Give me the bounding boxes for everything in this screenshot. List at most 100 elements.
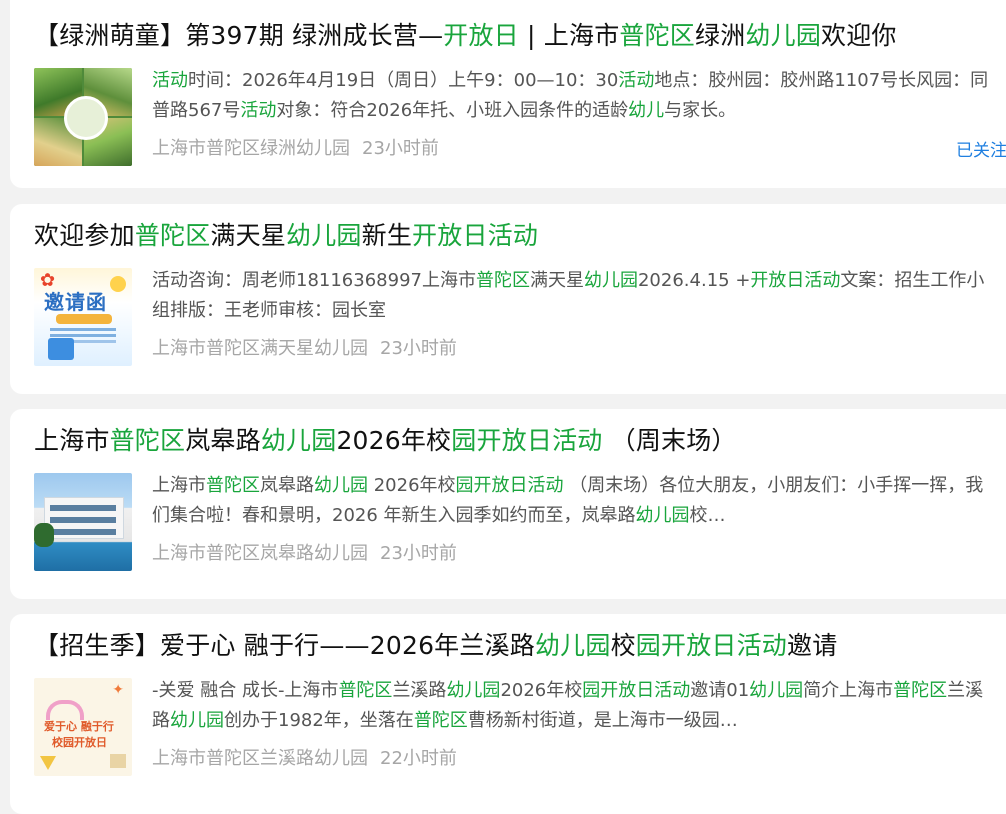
- highlighted-keyword: 普陀区: [475, 270, 530, 291]
- thumb-windows: [50, 505, 116, 511]
- result-source[interactable]: 上海市普陀区兰溪路幼儿园: [152, 748, 368, 769]
- result-title[interactable]: 【招生季】爱于心 融于行——2026年兰溪路幼儿园校园开放日活动邀请: [34, 628, 1006, 664]
- text-segment: 岚皋路: [185, 426, 261, 455]
- highlighted-keyword: 幼儿园: [745, 21, 822, 50]
- result-card[interactable]: 【招生季】爱于心 融于行——2026年兰溪路幼儿园校园开放日活动邀请 ✦ 爱于心…: [10, 614, 1006, 814]
- highlighted-keyword: 普陀区: [134, 221, 211, 250]
- text-segment: 与家长。: [664, 100, 737, 121]
- result-thumbnail[interactable]: ✦ 爱于心 融于行 校园开放日: [34, 678, 132, 776]
- text-segment: 【招生季】爱于心 融于行——2026年兰溪路: [34, 631, 535, 660]
- result-snippet: 上海市普陀区岚皋路幼儿园 2026年校园开放日活动 （周末场）各位大朋友，小朋友…: [152, 471, 997, 531]
- result-content: 活动时间：2026年4月19日（周日）上午9：00—10：30活动地点：胶州园：…: [152, 66, 1006, 162]
- highlighted-keyword: 普陀区: [893, 680, 948, 701]
- invitation-title-art: 邀请函: [44, 290, 107, 314]
- text-segment: 欢迎你: [821, 21, 897, 50]
- text-segment: 欢迎参加: [34, 221, 135, 250]
- highlighted-keyword: 普陀区: [413, 710, 468, 731]
- highlighted-keyword: 活动: [618, 70, 655, 91]
- result-time: 23小时前: [362, 138, 439, 159]
- highlighted-keyword: 普陀区: [109, 426, 186, 455]
- text-segment: | 上海市: [518, 21, 620, 50]
- result-snippet: 活动时间：2026年4月19日（周日）上午9：00—10：30活动地点：胶州园：…: [152, 66, 997, 126]
- result-thumbnail[interactable]: ✿ 邀请函: [34, 268, 132, 366]
- thumb-box: [110, 754, 126, 768]
- highlighted-keyword: 活动: [152, 70, 188, 91]
- text-segment: 简介上海市: [803, 680, 894, 701]
- result-title[interactable]: 上海市普陀区岚皋路幼儿园2026年校园开放日活动 （周末场）: [34, 423, 1006, 459]
- text-segment: 满天星: [210, 221, 287, 250]
- sparkle-icon: ✦: [112, 682, 124, 698]
- text-segment: -关爱 融合 成长-上海市: [152, 680, 339, 701]
- result-body-row: 上海市普陀区岚皋路幼儿园 2026年校园开放日活动 （周末场）各位大朋友，小朋友…: [34, 471, 1006, 571]
- thumb-subtitle: 校园开放日: [52, 736, 107, 749]
- thumb-building: [44, 497, 124, 539]
- result-body-row: ✦ 爱于心 融于行 校园开放日 -关爱 融合 成长-上海市普陀区兰溪路幼儿园20…: [34, 676, 1006, 776]
- highlighted-keyword: 幼儿园: [749, 680, 804, 701]
- result-time: 22小时前: [380, 748, 457, 769]
- text-segment: 时间：2026年4月19日（周日）上午9：00—10：30: [188, 70, 619, 91]
- highlighted-keyword: 园开放日活动: [455, 475, 564, 496]
- rainbow-icon: [46, 700, 84, 720]
- thumb-tree: [34, 523, 54, 547]
- highlighted-keyword: 幼儿园: [446, 680, 501, 701]
- highlighted-keyword: 幼儿园: [635, 505, 690, 526]
- result-title[interactable]: 欢迎参加普陀区满天星幼儿园新生开放日活动: [34, 218, 1006, 254]
- highlighted-keyword: 开放日: [443, 21, 519, 50]
- result-content: -关爱 融合 成长-上海市普陀区兰溪路幼儿园2026年校园开放日活动邀请01幼儿…: [152, 676, 997, 772]
- result-title[interactable]: 【绿洲萌童】第397期 绿洲成长营—开放日 | 上海市普陀区绿洲幼儿园欢迎你: [34, 18, 1006, 54]
- text-segment: 兰溪路: [392, 680, 447, 701]
- text-segment: 曹杨新村街道，是上海市一级园…: [467, 710, 738, 731]
- thumb-slogan: 爱于心 融于行: [44, 720, 114, 733]
- thumb-blue-box: [48, 338, 74, 360]
- result-thumbnail[interactable]: [34, 68, 132, 166]
- highlighted-keyword: 幼儿: [628, 100, 665, 121]
- result-time: 23小时前: [380, 338, 457, 359]
- text-segment: 绿洲: [695, 21, 746, 50]
- result-snippet: -关爱 融合 成长-上海市普陀区兰溪路幼儿园2026年校园开放日活动邀请01幼儿…: [152, 676, 997, 736]
- text-segment: 邀请: [787, 631, 838, 660]
- text-segment: 活动咨询：周老师18116368997上海市: [152, 270, 476, 291]
- follow-status-button[interactable]: 已关注: [956, 136, 1006, 161]
- highlighted-keyword: 幼儿园: [583, 270, 638, 291]
- highlighted-keyword: 幼儿园: [534, 631, 611, 660]
- thumb-text-lines: [50, 328, 116, 331]
- result-source[interactable]: 上海市普陀区绿洲幼儿园: [152, 138, 350, 159]
- highlighted-keyword: 园开放日活动: [582, 680, 691, 701]
- text-segment: 满天星: [529, 270, 584, 291]
- result-content: 活动咨询：周老师18116368997上海市普陀区满天星幼儿园2026.4.15…: [152, 266, 997, 362]
- text-segment: 上海市: [34, 426, 110, 455]
- result-body-row: ✿ 邀请函 活动咨询：周老师18116368997上海市普陀区满天星幼儿园202…: [34, 266, 1006, 366]
- result-content: 上海市普陀区岚皋路幼儿园 2026年校园开放日活动 （周末场）各位大朋友，小朋友…: [152, 471, 997, 567]
- result-meta: 上海市普陀区兰溪路幼儿园 22小时前: [152, 746, 997, 772]
- thumb-center-photo: [64, 96, 108, 140]
- search-results-feed: 【绿洲萌童】第397期 绿洲成长营—开放日 | 上海市普陀区绿洲幼儿园欢迎你 活…: [0, 0, 1006, 814]
- result-meta: 上海市普陀区满天星幼儿园 23小时前: [152, 336, 997, 362]
- text-segment: 2026年校: [368, 475, 456, 496]
- highlighted-keyword: 幼儿园: [260, 426, 337, 455]
- result-meta: 上海市普陀区绿洲幼儿园 23小时前: [152, 136, 997, 162]
- highlighted-keyword: 幼儿园: [314, 475, 368, 496]
- result-card[interactable]: 【绿洲萌童】第397期 绿洲成长营—开放日 | 上海市普陀区绿洲幼儿园欢迎你 活…: [10, 0, 1006, 188]
- text-segment: 校: [610, 631, 636, 660]
- result-meta: 上海市普陀区岚皋路幼儿园 23小时前: [152, 541, 997, 567]
- text-segment: 【绿洲萌童】第397期 绿洲成长营—: [34, 21, 444, 50]
- result-body-row: 活动时间：2026年4月19日（周日）上午9：00—10：30活动地点：胶州园：…: [34, 66, 1006, 166]
- result-thumbnail[interactable]: [34, 473, 132, 571]
- text-segment: （周末场）: [602, 426, 737, 455]
- thumb-banner: [56, 314, 112, 324]
- highlighted-keyword: 园开放日活动: [451, 426, 603, 455]
- highlighted-keyword: 活动: [240, 100, 277, 121]
- sun-icon: [110, 276, 126, 292]
- highlighted-keyword: 开放日活动: [750, 270, 841, 291]
- result-source[interactable]: 上海市普陀区岚皋路幼儿园: [152, 543, 368, 564]
- highlighted-keyword: 幼儿园: [170, 710, 224, 731]
- highlighted-keyword: 幼儿园: [286, 221, 362, 250]
- text-segment: 对象：符合2026年托、小班入园条件的适龄: [276, 100, 629, 121]
- result-card[interactable]: 上海市普陀区岚皋路幼儿园2026年校园开放日活动 （周末场） 上海市普陀区岚皋路…: [10, 409, 1006, 599]
- highlighted-keyword: 开放日活动: [412, 221, 539, 250]
- result-card[interactable]: 欢迎参加普陀区满天星幼儿园新生开放日活动 ✿ 邀请函 活动咨询：周老师18116…: [10, 204, 1006, 394]
- text-segment: 上海市: [152, 475, 206, 496]
- result-source[interactable]: 上海市普陀区满天星幼儿园: [152, 338, 368, 359]
- text-segment: 2026年校: [336, 426, 452, 455]
- highlighted-keyword: 园开放日活动: [635, 631, 787, 660]
